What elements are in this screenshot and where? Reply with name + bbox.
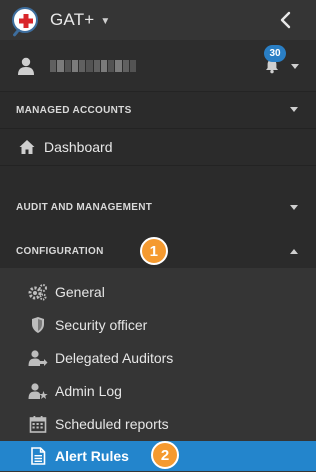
section-managed-accounts[interactable]: MANAGED ACCOUNTS [0,92,316,128]
user-icon [18,57,34,75]
user-bar: 30 [0,40,316,92]
logo-icon [12,7,38,37]
sub-item-label: Security officer [55,316,148,333]
sub-item-delegated-auditors[interactable]: Delegated Auditors [0,341,316,374]
sub-item-scheduled-reports[interactable]: Scheduled reports [0,407,316,440]
collapse-sidebar-button[interactable] [278,10,294,30]
user-share-icon [28,349,48,367]
chevron-down-icon [290,205,298,210]
section-configuration[interactable]: CONFIGURATION 1 [0,234,316,268]
gears-icon [28,283,48,301]
nav-item-dashboard[interactable]: Dashboard [0,128,316,166]
nav-item-label: Dashboard [44,139,113,155]
sidebar: GAT+ ▼ 30 MANAGED ACCOUNTS Dashboard AUD… [0,0,320,472]
chevron-up-icon [290,249,298,254]
app-title[interactable]: GAT+ [50,10,94,30]
sub-item-label: General [55,283,105,300]
sub-item-label: Admin Log [55,382,122,399]
sub-item-security-officer[interactable]: Security officer [0,308,316,341]
sub-item-label: Alert Rules [55,448,129,464]
user-menu-caret-icon[interactable] [291,64,299,69]
chevron-down-icon [290,107,298,112]
sub-item-alert-rules[interactable]: Alert Rules 2 [0,441,316,471]
configuration-submenu: General Security officer Delegated Audit… [0,268,316,472]
sub-item-label: Scheduled reports [55,415,169,432]
step-badge: 1 [140,237,168,265]
step-badge: 2 [151,441,179,469]
app-header: GAT+ ▼ [0,0,316,40]
shield-icon [28,316,48,334]
section-label: AUDIT AND MANAGEMENT [16,201,153,213]
section-audit-management[interactable]: AUDIT AND MANAGEMENT [0,192,316,222]
home-icon [19,140,35,154]
sub-item-general[interactable]: General [0,275,316,308]
calendar-icon [28,415,48,433]
user-name-redacted[interactable] [50,59,136,72]
app-menu-caret-icon[interactable]: ▼ [100,16,110,27]
section-label: CONFIGURATION [16,245,104,257]
user-star-icon [28,382,48,400]
section-label: MANAGED ACCOUNTS [16,104,132,116]
sub-item-admin-log[interactable]: Admin Log [0,374,316,407]
sub-item-label: Delegated Auditors [55,349,174,366]
notification-badge: 30 [264,45,286,62]
document-icon [28,447,48,465]
